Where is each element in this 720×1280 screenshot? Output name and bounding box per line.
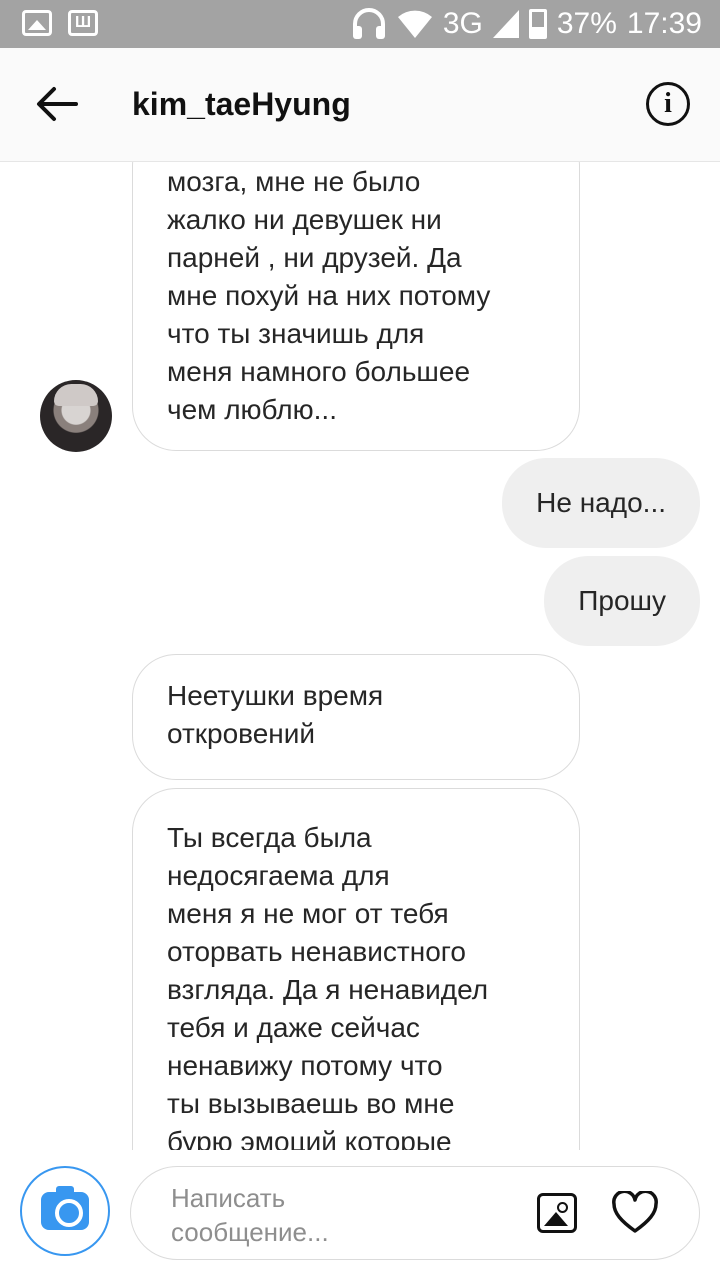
message-text: Не надо...: [536, 487, 666, 518]
message-line: недосягаема для: [167, 860, 390, 891]
gallery-icon: [22, 10, 52, 36]
notification-icons: Ш: [22, 10, 98, 36]
image-icon[interactable]: [537, 1193, 577, 1233]
camera-button[interactable]: [20, 1166, 110, 1256]
battery-percent: 37%: [556, 7, 617, 40]
status-bar: Ш 3G 37% 17:39: [0, 0, 720, 48]
message-line: ты вызываешь во мне: [167, 1088, 455, 1119]
message-line: меня намного большее: [167, 356, 471, 387]
message-line: жалко ни девушек ни: [167, 204, 442, 235]
message-bubble-outgoing[interactable]: Прошу: [544, 556, 700, 646]
placeholder-line: сообщение...: [171, 1217, 329, 1247]
message-line: мозга, мне не было: [167, 166, 421, 197]
message-bubble-incoming[interactable]: мозга, мне не было жалко ни девушек ни п…: [132, 162, 580, 451]
message-text: Прошу: [578, 585, 666, 616]
avatar[interactable]: [40, 380, 112, 452]
message-line: откровений: [167, 718, 316, 749]
message-composer: Написать сообщение...: [0, 1150, 720, 1280]
message-line: что ты значишь для: [167, 318, 425, 349]
message-line: Ты всегда была: [167, 822, 372, 853]
clock: 17:39: [626, 7, 702, 40]
message-bubble-incoming[interactable]: Неетушки время откровений: [132, 654, 580, 780]
back-button[interactable]: [34, 84, 80, 124]
info-button[interactable]: i: [646, 82, 690, 126]
message-line: парней , ни друзей. Да: [167, 242, 462, 273]
camera-icon: [41, 1186, 89, 1230]
message-line: тебя и даже сейчас: [167, 1012, 420, 1043]
chat-username[interactable]: kim_taeHyung: [132, 86, 351, 123]
placeholder-line: Написать: [171, 1183, 286, 1213]
message-line: Неетушки время: [167, 680, 384, 711]
message-line: меня я не мог от тебя: [167, 898, 449, 929]
signal-icon: [492, 9, 519, 39]
message-bubble-incoming[interactable]: Ты всегда была недосягаема для меня я не…: [132, 788, 580, 1150]
heart-icon[interactable]: [611, 1189, 659, 1235]
message-input[interactable]: Написать сообщение...: [130, 1166, 700, 1260]
message-bubble-outgoing[interactable]: Не надо...: [502, 458, 700, 548]
wmark-icon: Ш: [68, 10, 98, 36]
info-icon: i: [664, 88, 672, 119]
message-line: взгляда. Да я ненавидел: [167, 974, 489, 1005]
chat-header: kim_taeHyung i: [0, 48, 720, 162]
network-label: 3G: [442, 7, 483, 40]
wifi-icon: [397, 9, 433, 39]
headphones-icon: [351, 8, 387, 40]
message-placeholder: Написать сообщение...: [171, 1181, 471, 1249]
message-line: бурю эмоций которые: [167, 1126, 452, 1150]
battery-icon: [528, 9, 547, 39]
message-thread[interactable]: мозга, мне не было жалко ни девушек ни п…: [0, 162, 720, 1150]
message-line: мне похуй на них потому: [167, 280, 491, 311]
message-line: оторвать ненавистного: [167, 936, 466, 967]
message-line: ненавижу потому что: [167, 1050, 443, 1081]
message-line: чем люблю...: [167, 394, 337, 425]
back-arrow-icon: [37, 87, 78, 121]
status-indicators: 3G 37% 17:39: [351, 6, 702, 42]
